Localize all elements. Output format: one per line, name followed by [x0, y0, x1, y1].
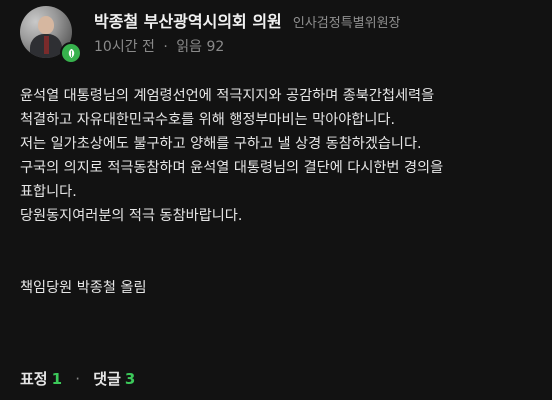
reactions-label: 표정 [20, 370, 48, 388]
comments-label: 댓글 [93, 370, 121, 388]
author-line: 박종철 부산광역시의회 의원 인사검정특별위원장 [94, 8, 401, 32]
reactions-button[interactable]: 표정 1 [20, 370, 62, 388]
body-line: 구국의 의지로 적극동참하며 윤석열 대통령님의 결단에 다시한번 경의을 [20, 160, 444, 176]
body-line: 척결하고 자유대한민국수호를 위해 행정부마비는 막아야합니다. [20, 112, 395, 128]
author-name[interactable]: 박종철 부산광역시의회 의원 [94, 12, 282, 31]
body-line: 저는 일가초상에도 불구하고 양해를 구하고 낼 상경 동참하겠습니다. [20, 136, 422, 152]
comments-button[interactable]: 댓글 3 [93, 370, 135, 388]
author-avatar[interactable] [20, 6, 82, 64]
leaf-icon [60, 42, 82, 64]
body-line: 윤석열 대통령님의 계엄령선언에 적극지지와 공감하며 종북간첩세력을 [20, 88, 435, 104]
footer-separator: · [75, 370, 81, 388]
post-time: 10시간 전 [94, 39, 155, 55]
author-title: 인사검정특별위원장 [292, 16, 401, 31]
comments-count: 3 [124, 370, 136, 388]
post-card: 박종철 부산광역시의회 의원 인사검정특별위원장 10시간 전 · 읽음 92 … [0, 0, 552, 400]
post-body: 윤석열 대통령님의 계엄령선언에 적극지지와 공감하며 종북간첩세력을 척결하고… [20, 84, 540, 300]
post-header: 박종철 부산광역시의회 의원 인사검정특별위원장 10시간 전 · 읽음 92 [20, 6, 540, 64]
reactions-count: 1 [51, 370, 63, 388]
view-count: 읽음 92 [176, 39, 225, 55]
avatar-figure-tie [44, 36, 49, 54]
body-line: 당원동지여러분의 적극 동참바랍니다. [20, 208, 243, 224]
meta-separator: · [163, 39, 168, 55]
body-line: 표합니다. [20, 184, 77, 200]
post-footer: 표정 1 · 댓글 3 [20, 368, 135, 389]
post-meta: 10시간 전 · 읽음 92 [94, 36, 224, 56]
post-signature: 책임당원 박종철 올림 [20, 280, 147, 296]
avatar-figure-head [38, 16, 54, 34]
